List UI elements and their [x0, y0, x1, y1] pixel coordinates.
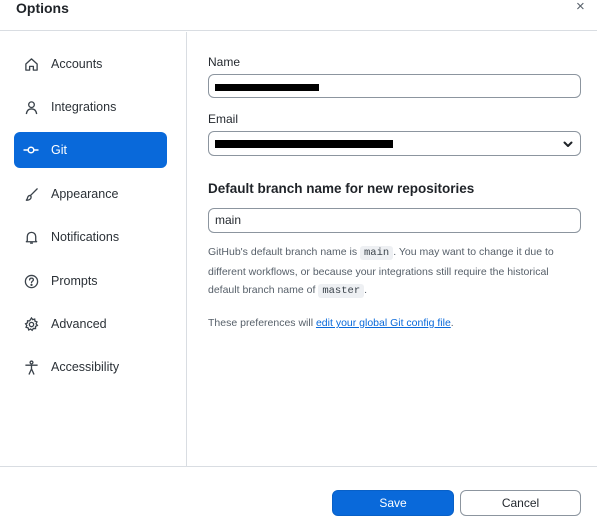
dialog-title: Options [16, 0, 69, 16]
name-field[interactable] [208, 74, 581, 98]
sidebar-item-label: Appearance [51, 187, 119, 201]
sidebar-item-label: Git [51, 143, 67, 157]
section-heading: Default branch name for new repositories [208, 181, 475, 196]
sidebar-item-label: Accounts [51, 57, 103, 71]
help-text: GitHub's default branch name is [208, 246, 360, 258]
preferences-text: These preferences will [208, 317, 316, 329]
sidebar-item-advanced[interactable]: Advanced [14, 306, 167, 342]
git-config-link[interactable]: edit your global Git config file [316, 317, 451, 329]
paintbrush-icon [23, 186, 39, 202]
preferences-note: These preferences will edit your global … [208, 317, 454, 329]
name-label: Name [208, 55, 241, 69]
sidebar-item-accounts[interactable]: Accounts [14, 46, 167, 82]
sidebar-item-appearance[interactable]: Appearance [14, 176, 167, 212]
accessibility-icon [23, 359, 39, 375]
home-icon [23, 56, 39, 72]
sidebar-item-label: Prompts [51, 274, 98, 288]
sidebar-item-label: Notifications [51, 230, 120, 244]
chevron-down-icon [562, 137, 574, 149]
default-branch-input[interactable]: main [208, 208, 581, 233]
redacted-name [215, 84, 319, 91]
email-select[interactable] [208, 131, 581, 156]
cancel-button[interactable]: Cancel [460, 490, 581, 516]
sidebar-item-prompts[interactable]: Prompts [14, 263, 167, 299]
redacted-email [215, 140, 393, 148]
sidebar-item-label: Integrations [51, 100, 117, 114]
sidebar: Accounts Integrations Git Appearance Not… [0, 32, 187, 466]
email-label: Email [208, 112, 239, 126]
git-commit-icon [23, 142, 39, 158]
preferences-text: . [450, 317, 454, 329]
bell-icon [23, 229, 39, 245]
code-main: main [360, 246, 394, 260]
branch-help-text: GitHub's default branch name is main. Yo… [208, 243, 578, 301]
close-icon[interactable]: × [576, 0, 585, 14]
save-button[interactable]: Save [332, 490, 454, 516]
question-icon [23, 273, 39, 289]
gear-icon [23, 316, 39, 332]
title-bar: Options × [0, 0, 597, 31]
sidebar-item-integrations[interactable]: Integrations [14, 89, 167, 125]
sidebar-item-git[interactable]: Git [14, 132, 167, 168]
sidebar-item-notifications[interactable]: Notifications [14, 219, 167, 255]
sidebar-item-label: Advanced [51, 317, 107, 331]
help-text: . [364, 284, 368, 296]
sidebar-item-accessibility[interactable]: Accessibility [14, 349, 167, 385]
sidebar-item-label: Accessibility [51, 360, 120, 374]
person-icon [23, 99, 39, 115]
code-master: master [318, 284, 365, 298]
